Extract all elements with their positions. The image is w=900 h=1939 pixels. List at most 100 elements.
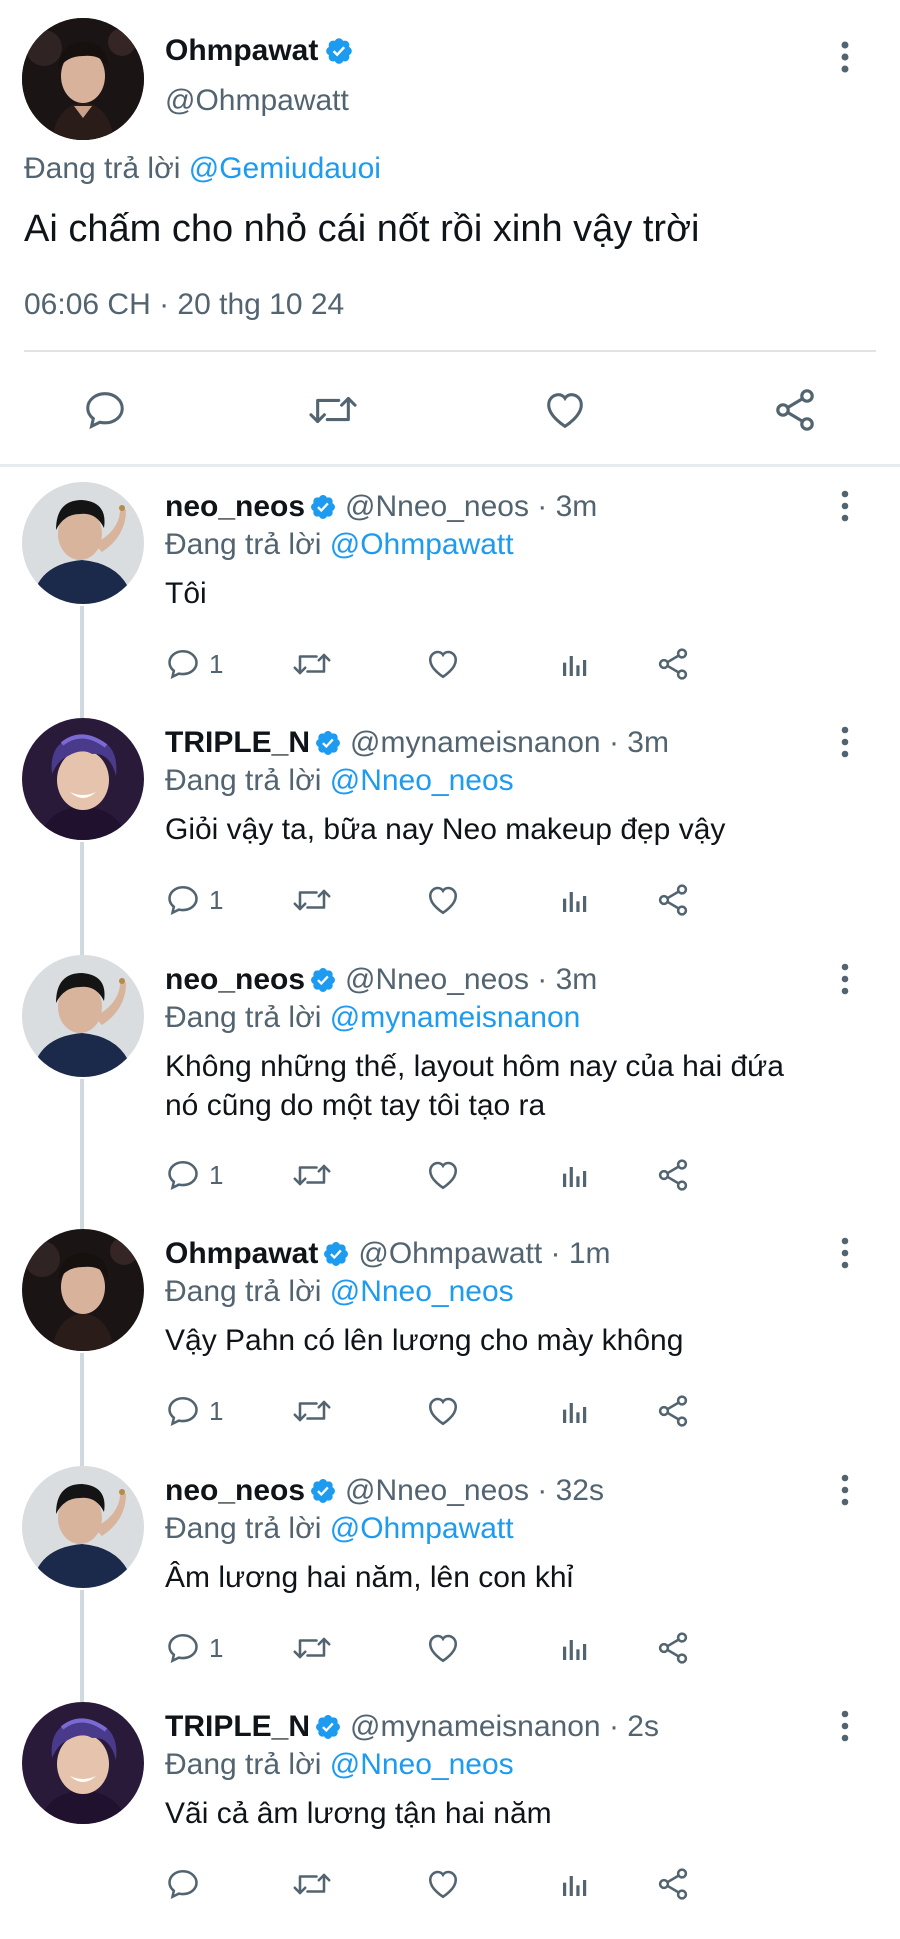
like-button[interactable] [425,878,461,922]
reply-text-line: Âm lương hai năm, lên con khỉ [165,1561,574,1594]
author-handle[interactable]: @Ohmpawatt [165,84,349,118]
author-handle-time[interactable]: @mynameisnanon · 3m [350,726,669,760]
avatar[interactable] [22,1229,144,1351]
reply-tweet[interactable]: TRIPLE_N @mynameisnanon · 2s Đang trả lờ… [0,1702,900,1939]
reply-tweet[interactable]: neo_neos @Nneo_neos · 3m Đang trả lời @O… [0,482,900,719]
author-handle-time[interactable]: @Nneo_neos · 3m [345,963,597,997]
replying-to-link[interactable]: @Ohmpawatt [330,1512,514,1545]
verified-badge-icon [324,36,354,66]
reply-header: neo_neos @Nneo_neos · 3m [165,490,597,524]
share-icon[interactable] [765,380,825,440]
tweet-timestamp[interactable]: 06:06 CH · 20 thg 10 24 [24,288,344,322]
more-vertical-icon[interactable] [838,490,852,522]
reply-count: 1 [209,1632,224,1663]
author-handle-time[interactable]: @mynameisnanon · 2s [350,1710,659,1744]
thread-line [80,1353,84,1466]
reply-count: 1 [209,884,224,915]
like-button[interactable] [425,1626,461,1670]
more-vertical-icon[interactable] [838,1710,852,1742]
more-vertical-icon[interactable] [838,1474,852,1506]
reply-header: Ohmpawat @Ohmpawatt · 1m [165,1237,611,1271]
more-vertical-icon[interactable] [838,1237,852,1269]
comment-bubble-icon [165,1630,201,1666]
replying-to-link[interactable]: @Gemiudauoi [189,152,381,185]
share-icon [655,1866,691,1902]
author-name[interactable]: neo_neos [165,490,305,524]
author-name[interactable]: neo_neos [165,1474,305,1508]
avatar[interactable] [22,482,144,604]
replying-to-link[interactable]: @Nneo_neos [330,1275,514,1308]
verified-badge-icon [322,1240,350,1268]
action-bar: 1 [165,878,865,922]
author-handle-time[interactable]: @Nneo_neos · 32s [345,1474,604,1508]
retweet-button[interactable] [291,1626,333,1670]
reply-tweet[interactable]: neo_neos @Nneo_neos · 32s Đang trả lời @… [0,1466,900,1703]
author-name[interactable]: neo_neos [165,963,305,997]
replying-to-link[interactable]: @Nneo_neos [330,1748,514,1781]
like-button[interactable] [425,642,461,686]
views-button[interactable] [559,1626,591,1670]
replying-to: Đang trả lời @Nneo_neos [165,764,514,797]
more-vertical-icon[interactable] [838,963,852,995]
more-vertical-icon[interactable] [838,40,852,74]
action-bar: 1 [165,1389,865,1433]
share-button[interactable] [655,1626,691,1670]
views-button[interactable] [559,878,591,922]
reply-tweet[interactable]: TRIPLE_N @mynameisnanon · 3m Đang trả lờ… [0,718,900,955]
reply-text: Vậy Pahn có lên lương cho mày không [165,1321,865,1360]
author-name[interactable]: Ohmpawat [165,34,354,68]
reply-tweet[interactable]: Ohmpawat @Ohmpawatt · 1m Đang trả lời @N… [0,1229,900,1466]
like-button[interactable] [425,1862,461,1906]
views-button[interactable] [559,642,591,686]
replying-to-link[interactable]: @Ohmpawatt [330,528,514,561]
share-button[interactable] [655,642,691,686]
retweet-button[interactable] [291,642,333,686]
replying-to-link[interactable]: @Nneo_neos [330,764,514,797]
reply-text-line: Giỏi vậy ta, bữa nay Neo makeup đẹp vậy [165,813,726,846]
retweet-button[interactable] [291,1862,333,1906]
author-name[interactable]: TRIPLE_N [165,1710,310,1744]
retweet-icon [291,1157,333,1193]
views-button[interactable] [559,1862,591,1906]
replying-to-link[interactable]: @mynameisnanon [330,1001,581,1034]
retweet-button[interactable] [291,1389,333,1433]
views-button[interactable] [559,1153,591,1197]
reply-button[interactable]: 1 [165,1626,223,1670]
comment-bubble-icon[interactable] [75,380,135,440]
reply-button[interactable]: 1 [165,1153,223,1197]
retweet-button[interactable] [291,878,333,922]
reply-count: 1 [209,1159,224,1190]
retweet-icon[interactable] [303,380,363,440]
comment-bubble-icon [165,1393,201,1429]
avatar[interactable] [22,955,144,1077]
like-button[interactable] [425,1389,461,1433]
reply-button[interactable]: 1 [165,878,223,922]
more-vertical-icon[interactable] [838,726,852,758]
avatar[interactable] [22,718,144,840]
reply-button[interactable] [165,1862,209,1906]
verified-badge-icon [314,729,342,757]
action-bar [165,1862,865,1906]
verified-badge-icon [309,493,337,521]
retweet-button[interactable] [291,1153,333,1197]
views-button[interactable] [559,1389,591,1433]
reply-tweet[interactable]: neo_neos @Nneo_neos · 3m Đang trả lời @m… [0,955,900,1229]
comment-bubble-icon [165,1157,201,1193]
heart-icon [425,1630,461,1666]
reply-button[interactable]: 1 [165,642,223,686]
author-name[interactable]: TRIPLE_N [165,726,310,760]
heart-icon[interactable] [535,380,595,440]
avatar[interactable] [22,18,144,140]
avatar[interactable] [22,1466,144,1588]
share-button[interactable] [655,878,691,922]
author-name[interactable]: Ohmpawat [165,1237,318,1271]
share-button[interactable] [655,1389,691,1433]
avatar[interactable] [22,1702,144,1824]
comment-bubble-icon [165,882,201,918]
share-button[interactable] [655,1153,691,1197]
author-handle-time[interactable]: @Ohmpawatt · 1m [358,1237,610,1271]
like-button[interactable] [425,1153,461,1197]
author-handle-time[interactable]: @Nneo_neos · 3m [345,490,597,524]
reply-button[interactable]: 1 [165,1389,223,1433]
share-button[interactable] [655,1862,691,1906]
